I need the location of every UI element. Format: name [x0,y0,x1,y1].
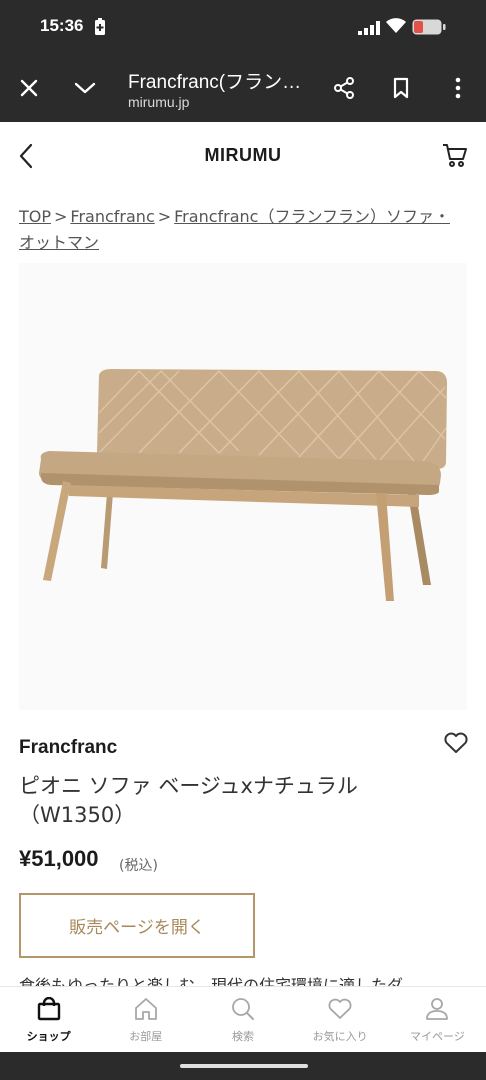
wifi-icon [386,18,406,38]
tab-favorites[interactable]: お気に入り [292,987,389,1052]
breadcrumb: TOP > Francfranc > Francfranc（フランフラン）ソファ・オット… [19,204,459,256]
tab-label: ショップ [26,1030,71,1043]
site-logo[interactable]: MIRUMU [0,145,486,166]
tab-search[interactable]: 検索 [194,987,291,1052]
home-icon [133,997,159,1025]
bottom-tab-bar: ショップ お部屋 検索 お気に入り マイページ [0,986,486,1052]
gesture-bar [0,1052,486,1080]
open-sales-page-button[interactable]: 販売ページを開く [19,893,255,958]
product-brand[interactable]: Francfranc [19,737,117,759]
status-bar: 15:36 [0,0,486,54]
site-header: MIRUMU [0,122,486,188]
tab-room[interactable]: お部屋 [97,987,194,1052]
breadcrumb-link-brand[interactable]: Francfranc [70,207,154,226]
product-image[interactable] [19,263,467,710]
chevron-down-icon[interactable] [71,74,99,102]
tax-note: (税込) [119,858,158,874]
tab-label: 検索 [231,1030,254,1043]
breadcrumb-separator: > [54,207,68,226]
user-icon [424,997,450,1025]
cart-icon[interactable] [442,142,468,172]
status-time: 15:36 [40,16,84,35]
search-icon [230,997,256,1025]
bookmark-icon[interactable] [387,74,415,102]
battery-icon [412,19,446,39]
close-icon[interactable] [15,74,43,102]
breadcrumb-link-top[interactable]: TOP [19,207,51,226]
product-price: ¥51,000 [19,846,99,871]
more-vertical-icon[interactable] [444,74,472,102]
browser-toolbar: Francfranc(フラン… mirumu.jp [0,54,486,122]
breadcrumb-separator: > [157,207,172,226]
browser-page-title: Francfranc(フラン… [128,72,302,93]
share-icon[interactable] [330,74,358,102]
signal-icon [358,20,380,39]
shopping-bag-icon [36,996,62,1025]
tab-shop[interactable]: ショップ [0,987,97,1052]
tab-label: お部屋 [129,1030,163,1043]
browser-domain: mirumu.jp [128,94,190,110]
product-description: 食後もゆったりと楽しむ、現代の住宅環境に適したダ [19,976,404,986]
product-name: ピオニ ソファ ベージュxナチュラル（W1350） [19,774,358,827]
web-page: MIRUMU TOP > Francfranc > Francfranc（フランフラン）… [0,122,486,986]
tab-label: お気に入り [312,1030,368,1043]
home-indicator[interactable] [180,1064,308,1068]
tab-label: マイページ [409,1030,465,1043]
favorite-heart-icon[interactable] [443,731,469,759]
tab-mypage[interactable]: マイページ [389,987,486,1052]
heart-icon [327,997,353,1025]
battery-saver-icon [94,18,106,40]
